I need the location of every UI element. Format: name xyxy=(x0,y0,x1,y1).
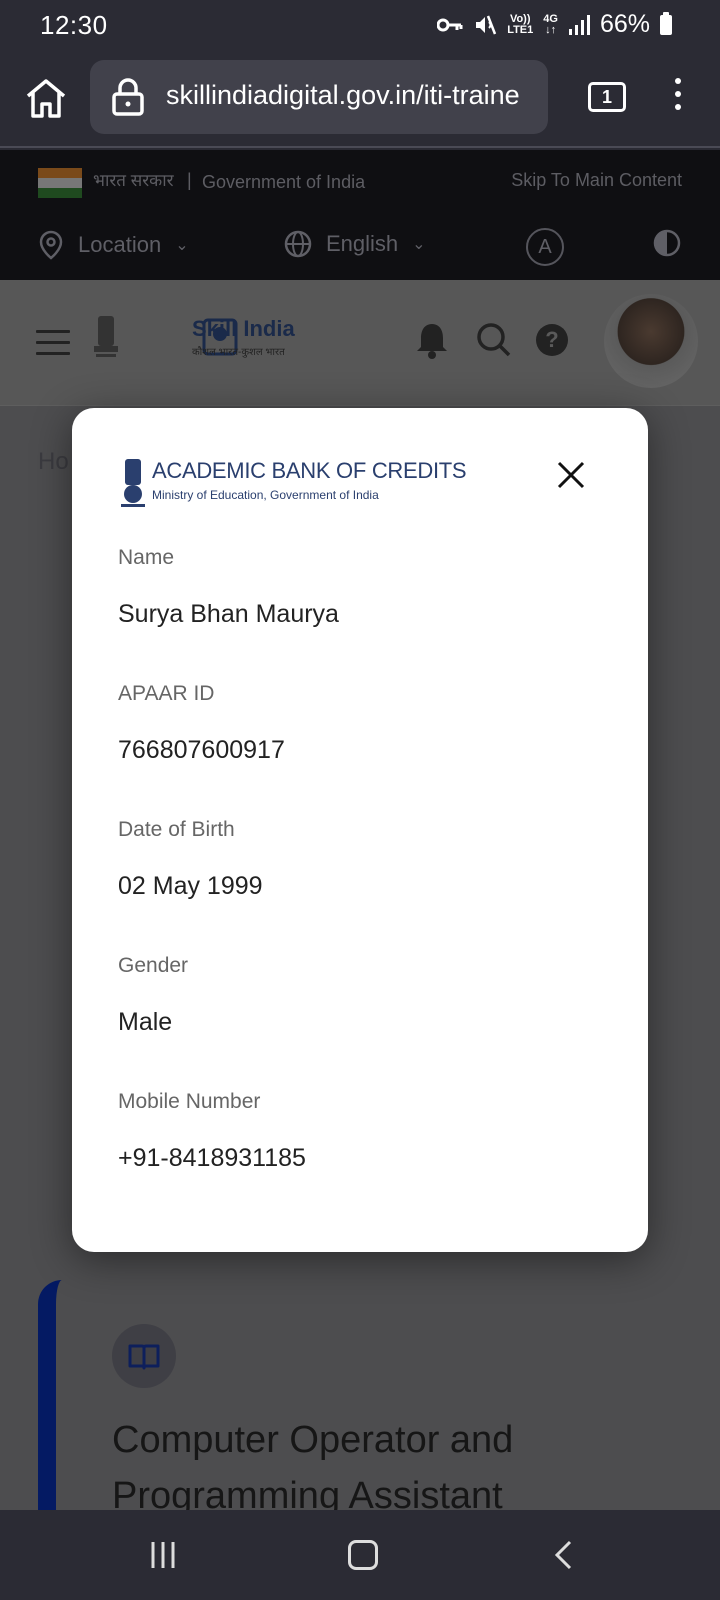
battery-percent: 66% xyxy=(599,10,650,38)
site-header: Skill India कौशल भारत-कुशल भारत ? xyxy=(0,280,720,406)
course-title: Computer Operator and Programming Assist… xyxy=(112,1419,514,1517)
abc-logo: ACADEMIC BANK OF CREDITS Ministry of Edu… xyxy=(118,456,467,516)
chevron-down-icon: ⌄ xyxy=(175,237,189,254)
status-time: 12:30 xyxy=(40,10,108,40)
notification-bell-icon[interactable] xyxy=(414,320,450,360)
gov-hindi: भारत सरकार xyxy=(93,171,174,190)
contrast-icon[interactable] xyxy=(652,228,682,258)
location-selector[interactable]: Location ⌄ xyxy=(38,230,189,260)
location-pin-icon xyxy=(39,230,63,260)
battery-icon xyxy=(660,11,672,35)
course-card: Computer Operator and Programming Assist… xyxy=(38,1280,720,1517)
field-label: Mobile Number xyxy=(118,1090,261,1113)
recent-apps-icon[interactable] xyxy=(148,1540,178,1570)
brand-subtitle: कौशल भारत-कुशल भारत xyxy=(192,347,285,358)
field-value: Male xyxy=(118,1008,173,1036)
field-gender: Gender Male xyxy=(118,954,598,1037)
field-date-of-birth: Date of Birth 02 May 1999 xyxy=(118,818,598,901)
close-icon[interactable] xyxy=(556,460,586,490)
lock-icon xyxy=(112,78,144,116)
abc-details-modal: ACADEMIC BANK OF CREDITS Ministry of Edu… xyxy=(72,408,648,1252)
field-label: APAAR ID xyxy=(118,682,215,705)
field-value: 02 May 1999 xyxy=(118,872,263,900)
search-icon[interactable] xyxy=(476,322,512,358)
india-flag-icon xyxy=(38,168,82,198)
network-volte: Vo)) LTE1 xyxy=(507,12,534,36)
utility-row: Location ⌄ English ⌄ xyxy=(0,222,720,280)
language-label: English xyxy=(326,231,399,256)
chevron-down-icon: ⌄ xyxy=(412,236,426,253)
abc-subtitle: Ministry of Education, Government of Ind… xyxy=(152,488,379,502)
brand-title: Skill India xyxy=(192,316,295,341)
location-label: Location xyxy=(78,232,162,257)
status-icons: Vo)) LTE1 4G ↓↑ 66% xyxy=(437,10,672,39)
field-value: 766807600917 xyxy=(118,736,285,764)
hamburger-menu-icon[interactable] xyxy=(36,330,70,356)
address-bar[interactable]: skillindiadigital.gov.in/iti-traine xyxy=(90,60,548,134)
globe-icon xyxy=(284,230,312,258)
browser-toolbar: skillindiadigital.gov.in/iti-traine 1 xyxy=(0,52,720,148)
user-avatar[interactable] xyxy=(604,294,698,388)
network-4g: 4G ↓↑ xyxy=(543,12,558,36)
home-icon[interactable] xyxy=(22,74,70,122)
field-mobile-number: Mobile Number +91-8418931185 xyxy=(118,1090,598,1173)
field-apaar-id: APAAR ID 766807600917 xyxy=(118,682,598,765)
field-name: Name Surya Bhan Maurya xyxy=(118,546,598,629)
back-icon[interactable] xyxy=(553,1540,573,1570)
tab-switcher-button[interactable]: 1 xyxy=(588,82,626,112)
font-size-button[interactable]: A xyxy=(526,228,564,266)
system-nav-bar xyxy=(0,1510,720,1600)
help-icon[interactable]: ? xyxy=(536,324,568,356)
gov-strip: भारत सरकार | Government of India Skip To… xyxy=(0,150,720,280)
national-emblem-icon xyxy=(94,316,118,357)
field-label: Name xyxy=(118,546,175,569)
field-value: Surya Bhan Maurya xyxy=(118,600,339,628)
abc-emblem-icon xyxy=(121,459,145,507)
url-text: skillindiadigital.gov.in/iti-traine xyxy=(166,80,520,110)
mute-icon xyxy=(476,15,497,34)
home-button-icon[interactable] xyxy=(348,1540,378,1570)
field-label: Gender xyxy=(118,954,189,977)
vpn-key-icon xyxy=(437,18,463,31)
language-selector[interactable]: English ⌄ xyxy=(284,230,426,258)
status-bar: 12:30 Vo)) LTE1 4G ↓↑ 66% xyxy=(0,0,720,52)
skip-to-main-link[interactable]: Skip To Main Content xyxy=(511,170,682,191)
book-icon xyxy=(112,1324,176,1388)
signal-icon xyxy=(568,14,590,35)
field-label: Date of Birth xyxy=(118,818,235,841)
more-menu-icon[interactable] xyxy=(672,78,684,118)
breadcrumb[interactable]: Ho xyxy=(38,448,69,476)
gov-separator: | xyxy=(187,170,192,190)
gov-english: Government of India xyxy=(202,172,366,192)
abc-title: ACADEMIC BANK OF CREDITS xyxy=(152,458,467,483)
field-value: +91-8418931185 xyxy=(118,1144,306,1172)
